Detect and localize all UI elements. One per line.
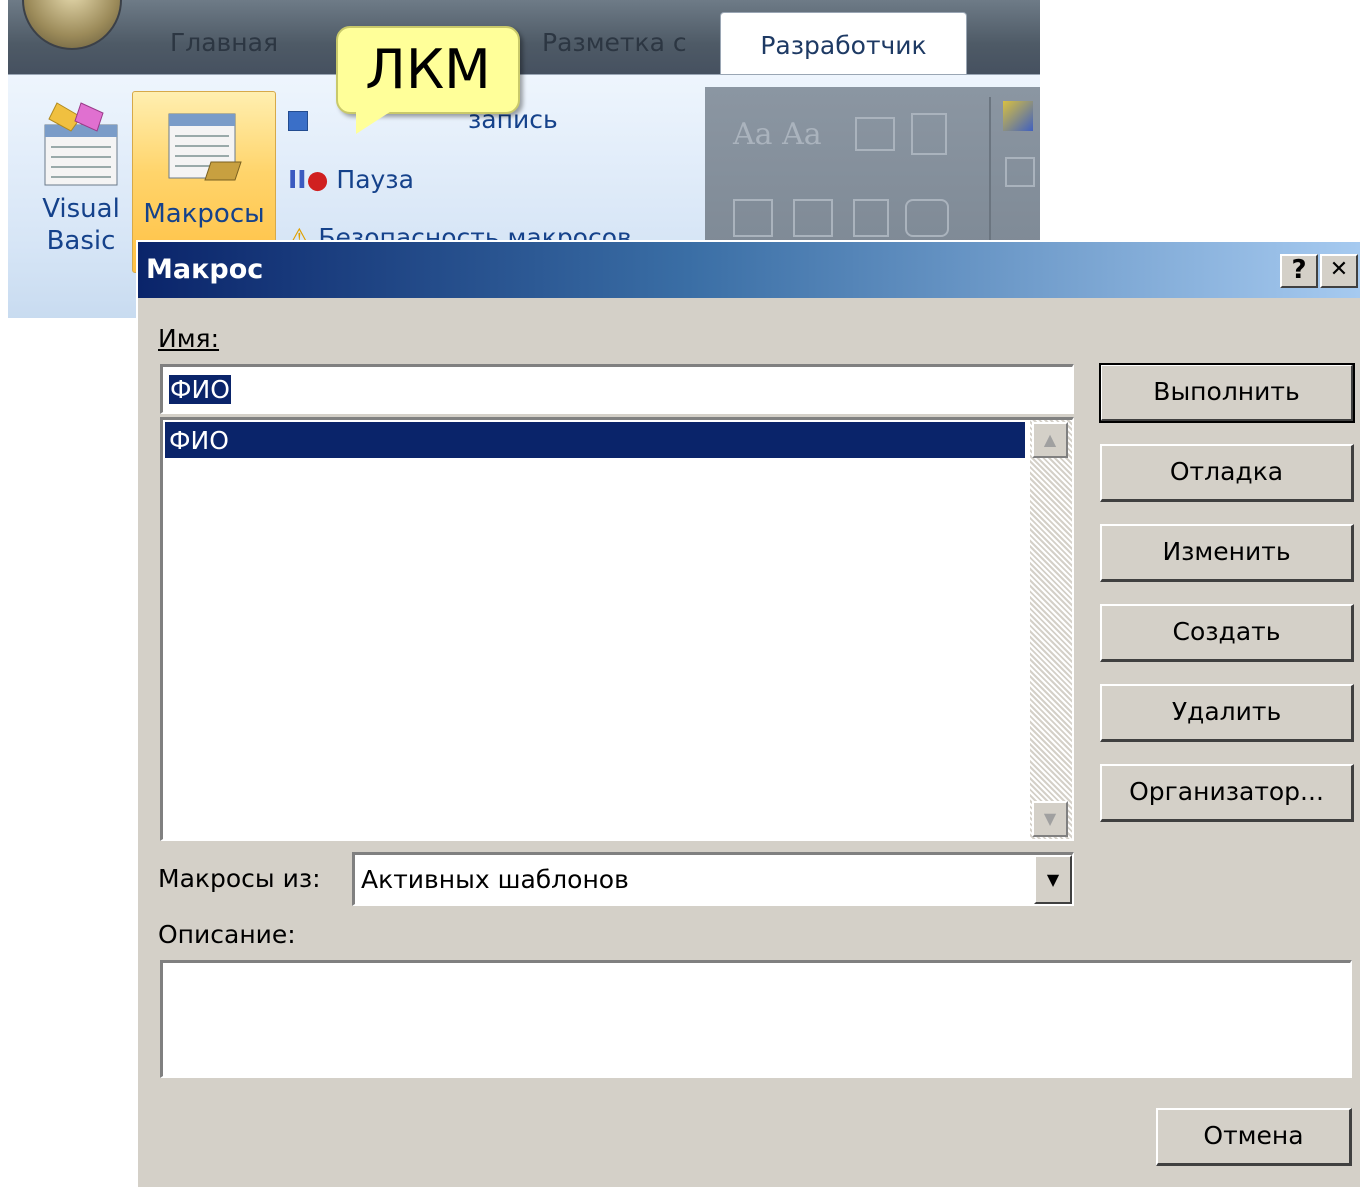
macro-dialog: Макрос ? ✕ Имя: ФИО ФИО ▲ ▼ Макросы из: … xyxy=(136,240,1360,1187)
description-field xyxy=(160,960,1352,1078)
pause-icon: II xyxy=(288,165,307,194)
source-icon xyxy=(1003,101,1033,131)
record-dot-icon: ● xyxy=(306,165,329,194)
debug-button[interactable]: Отладка xyxy=(1100,444,1354,502)
tab-developer[interactable]: Разработчик xyxy=(720,12,967,77)
tab-page-layout[interactable]: Разметка с xyxy=(542,28,687,57)
lmb-callout-pointer xyxy=(356,108,396,134)
list-item[interactable]: ФИО xyxy=(165,422,1025,458)
scroll-down-icon[interactable]: ▼ xyxy=(1032,801,1068,837)
stop-icon xyxy=(288,111,308,131)
office-button[interactable] xyxy=(22,0,122,50)
help-button[interactable]: ? xyxy=(1280,254,1318,288)
edit-button[interactable]: Изменить xyxy=(1100,524,1354,582)
pause-label: Пауза xyxy=(336,165,414,194)
map-icon xyxy=(1005,157,1035,187)
ribbon-tab-bar: Главная Разметка с Разработчик xyxy=(8,0,1040,77)
close-button[interactable]: ✕ xyxy=(1320,254,1358,288)
macros-label: Макросы xyxy=(143,199,265,229)
chevron-down-icon[interactable]: ▼ xyxy=(1034,855,1072,904)
macros-from-value: Активных шаблонов xyxy=(361,865,629,894)
grid-icon-1 xyxy=(733,199,773,237)
scroll-up-icon[interactable]: ▲ xyxy=(1032,422,1068,458)
view-code-icon xyxy=(911,113,947,155)
organizer-button[interactable]: Организатор... xyxy=(1100,764,1354,822)
visual-basic-label-2: Basic xyxy=(46,226,116,256)
name-label: Имя: xyxy=(158,324,220,353)
macro-list[interactable]: ФИО ▲ ▼ xyxy=(160,417,1074,841)
macros-from-label: Макросы из: xyxy=(158,864,321,893)
pause-button[interactable]: II● Пауза xyxy=(288,165,414,194)
visual-basic-icon xyxy=(44,102,118,186)
properties-icon xyxy=(855,117,895,151)
macros-icon xyxy=(168,113,242,181)
list-scrollbar[interactable]: ▲ ▼ xyxy=(1030,420,1072,839)
grid-icon-2 xyxy=(793,199,833,237)
run-button[interactable]: Выполнить xyxy=(1099,363,1355,423)
visual-basic-label: Visual xyxy=(42,194,120,224)
description-label: Описание: xyxy=(158,920,296,949)
create-button[interactable]: Создать xyxy=(1100,604,1354,662)
dialog-title: Макрос xyxy=(146,254,264,285)
delete-button[interactable]: Удалить xyxy=(1100,684,1354,742)
design-mode-icon: Aa Aa xyxy=(733,117,822,152)
lmb-callout: ЛКМ xyxy=(336,26,520,114)
macros-from-select[interactable]: Активных шаблонов ▼ xyxy=(352,852,1074,906)
macro-name-value: ФИО xyxy=(169,375,231,404)
dialog-titlebar[interactable]: Макрос ? ✕ xyxy=(138,242,1360,298)
tab-home[interactable]: Главная xyxy=(170,28,278,57)
tools-icon xyxy=(905,199,949,237)
grid-icon-3 xyxy=(853,199,889,237)
visual-basic-button[interactable]: Visual Basic xyxy=(36,97,126,267)
macro-name-input[interactable]: ФИО xyxy=(160,364,1074,414)
cancel-button[interactable]: Отмена xyxy=(1156,1108,1352,1166)
